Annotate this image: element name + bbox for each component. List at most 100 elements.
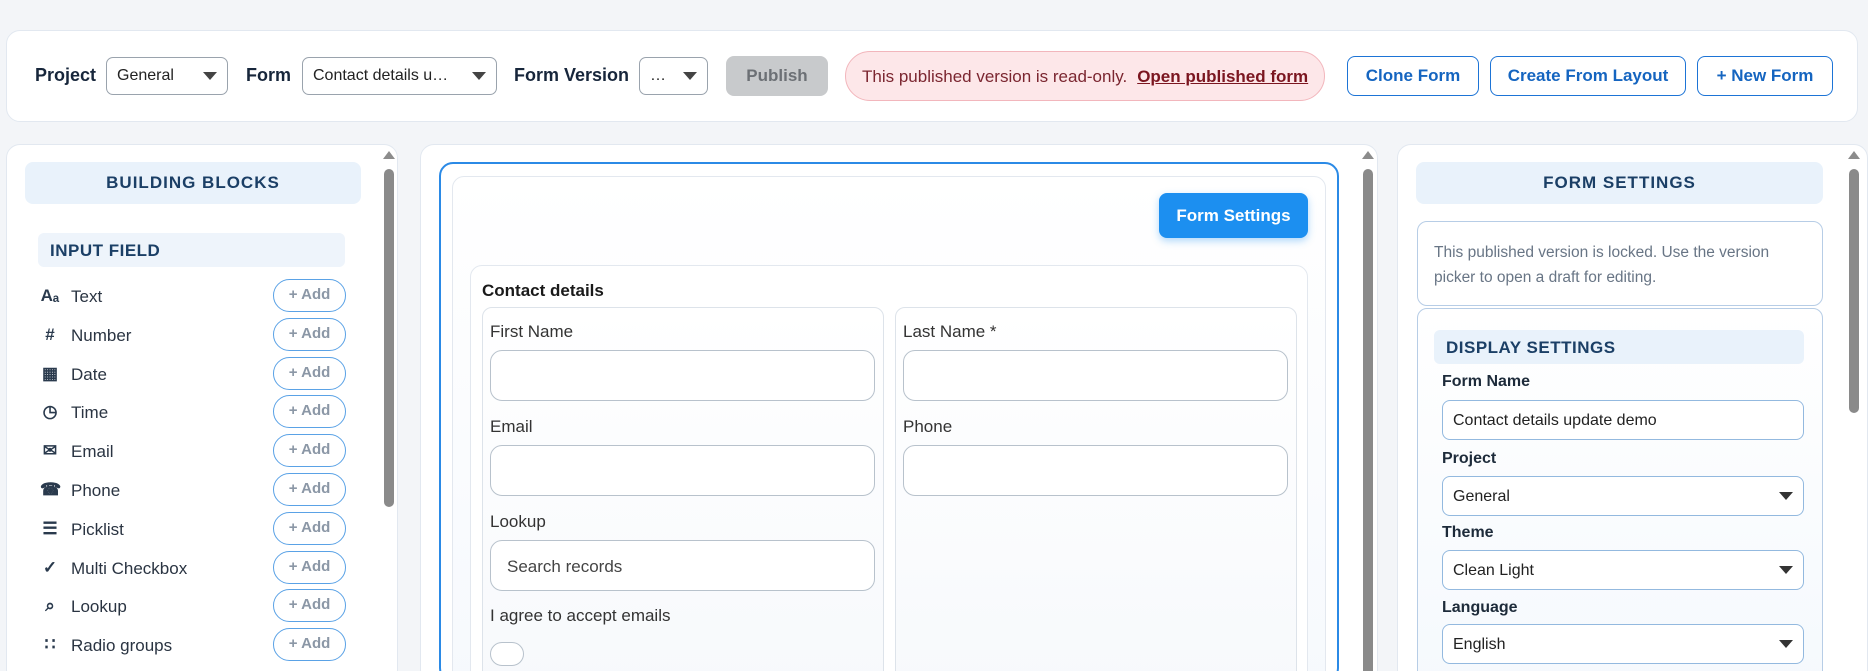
scroll-up-icon[interactable] — [383, 151, 395, 159]
check-icon: ✓ — [42, 557, 58, 577]
read-only-alert: This published version is read-only. Open… — [845, 51, 1325, 101]
form-settings-title: FORM SETTINGS — [1416, 162, 1823, 204]
theme-value: Clean Light — [1453, 562, 1534, 579]
settings-project-value: General — [1453, 488, 1510, 505]
publish-button[interactable]: Publish — [726, 56, 828, 96]
theme-select[interactable]: Clean Light — [1442, 550, 1804, 590]
add-button[interactable]: + Add — [273, 473, 346, 506]
consent-label: I agree to accept emails — [490, 606, 671, 625]
form-version-value: … — [650, 67, 666, 84]
consent-toggle[interactable] — [490, 642, 524, 666]
building-block-label: Email — [71, 442, 114, 462]
building-block-multi-checkbox: ✓ Multi Checkbox + Add — [38, 550, 348, 586]
building-block-lookup: ⌕ Lookup + Add — [38, 588, 348, 624]
add-button[interactable]: + Add — [273, 279, 346, 312]
project-select-value: General — [117, 67, 174, 84]
add-button[interactable]: + Add — [273, 356, 346, 390]
scroll-up-icon[interactable] — [1848, 151, 1860, 159]
building-block-label: Number — [71, 325, 132, 345]
chevron-down-icon — [203, 72, 217, 80]
form-name-input[interactable]: Contact details update demo — [1442, 400, 1804, 440]
envelope-icon: ✉ — [42, 441, 58, 461]
building-blocks-scrollbar[interactable] — [383, 151, 395, 671]
display-settings-heading: DISPLAY SETTINGS — [1434, 330, 1804, 364]
building-block-label: Text — [71, 287, 103, 306]
email-input[interactable] — [490, 445, 875, 496]
search-icon: ⌕ — [45, 596, 55, 616]
form-builder-app: Project General Form Contact details u… … — [0, 0, 1868, 671]
building-block-number: # Number + Add — [38, 317, 348, 353]
chevron-down-icon — [1779, 566, 1793, 574]
settings-scrollbar[interactable] — [1848, 151, 1860, 671]
settings-project-label: Project — [1442, 450, 1497, 467]
input-field-heading: INPUT FIELD — [38, 233, 345, 267]
locked-notice: This published version is locked. Use th… — [1417, 221, 1823, 306]
building-block-label: Lookup — [71, 597, 127, 617]
building-block-label: Date — [71, 364, 107, 384]
building-block-picklist: ☰ Picklist + Add — [38, 511, 348, 547]
add-button[interactable]: + Add — [273, 395, 346, 429]
add-button[interactable]: + Add — [273, 628, 346, 662]
building-block-date: ▦ Date + Add — [38, 356, 348, 392]
last-name-label: Last Name * — [903, 322, 997, 341]
scroll-thumb[interactable] — [384, 169, 394, 507]
building-block-phone: ☎ Phone + Add — [38, 472, 348, 508]
form-select[interactable]: Contact details u… — [302, 57, 497, 95]
add-button[interactable]: + Add — [273, 317, 346, 351]
scroll-thumb[interactable] — [1363, 169, 1373, 671]
building-block-label: Time — [71, 403, 109, 423]
add-button[interactable]: + Add — [273, 589, 346, 623]
building-block-label: Picklist — [71, 519, 124, 539]
first-name-label: First Name — [490, 322, 574, 341]
language-label: Language — [1442, 599, 1518, 616]
first-name-input[interactable] — [490, 350, 875, 401]
scroll-thumb[interactable] — [1849, 169, 1859, 413]
building-block-label: Radio groups — [71, 636, 173, 656]
lookup-input[interactable]: Search records — [490, 540, 875, 591]
radio-icon: ∷ — [44, 635, 56, 655]
chevron-down-icon — [1779, 492, 1793, 500]
form-version-label: Form Version — [514, 65, 630, 85]
add-button[interactable]: + Add — [273, 434, 346, 468]
text-icon: Aₐ — [40, 286, 60, 305]
phone-label: Phone — [903, 417, 953, 436]
form-version-select[interactable]: … — [639, 57, 708, 95]
create-from-layout-button[interactable]: Create From Layout — [1490, 56, 1686, 96]
open-published-form-link[interactable]: Open published form — [1137, 67, 1308, 86]
project-select[interactable]: General — [106, 57, 228, 95]
add-button[interactable]: + Add — [273, 511, 346, 545]
section-title: Contact details — [482, 281, 604, 300]
building-block-radio-groups: ∷ Radio groups + Add — [38, 627, 348, 663]
form-select-value: Contact details u… — [313, 67, 449, 84]
language-value: English — [1453, 636, 1506, 653]
new-form-button[interactable]: + New Form — [1697, 56, 1833, 96]
theme-label: Theme — [1442, 524, 1494, 541]
clock-icon: ◷ — [42, 402, 58, 422]
building-blocks-title: BUILDING BLOCKS — [25, 162, 361, 204]
list-icon: ☰ — [42, 518, 58, 538]
phone-icon: ☎ — [40, 480, 62, 499]
clone-form-button[interactable]: Clone Form — [1347, 56, 1479, 96]
building-block-label: Multi Checkbox — [71, 558, 188, 578]
project-label: Project — [35, 65, 97, 85]
form-label: Form — [246, 65, 291, 85]
add-button[interactable]: + Add — [273, 550, 346, 584]
chevron-down-icon — [1779, 640, 1793, 648]
alert-text: This published version is read-only. — [862, 67, 1128, 86]
building-block-label: Phone — [71, 481, 121, 500]
building-block-email: ✉ Email + Add — [38, 433, 348, 469]
chevron-down-icon — [472, 72, 486, 80]
phone-input[interactable] — [903, 445, 1288, 496]
building-block-time: ◷ Time + Add — [38, 394, 348, 430]
scroll-up-icon[interactable] — [1362, 151, 1374, 159]
form-name-label: Form Name — [1442, 373, 1531, 390]
email-label: Email — [490, 417, 533, 436]
settings-project-select[interactable]: General — [1442, 476, 1804, 516]
number-icon: # — [45, 324, 55, 344]
canvas-scrollbar[interactable] — [1362, 151, 1374, 671]
chevron-down-icon — [683, 72, 697, 80]
language-select[interactable]: English — [1442, 624, 1804, 664]
form-settings-button[interactable]: Form Settings — [1159, 193, 1308, 238]
last-name-input[interactable] — [903, 350, 1288, 401]
calendar-icon: ▦ — [41, 363, 59, 383]
